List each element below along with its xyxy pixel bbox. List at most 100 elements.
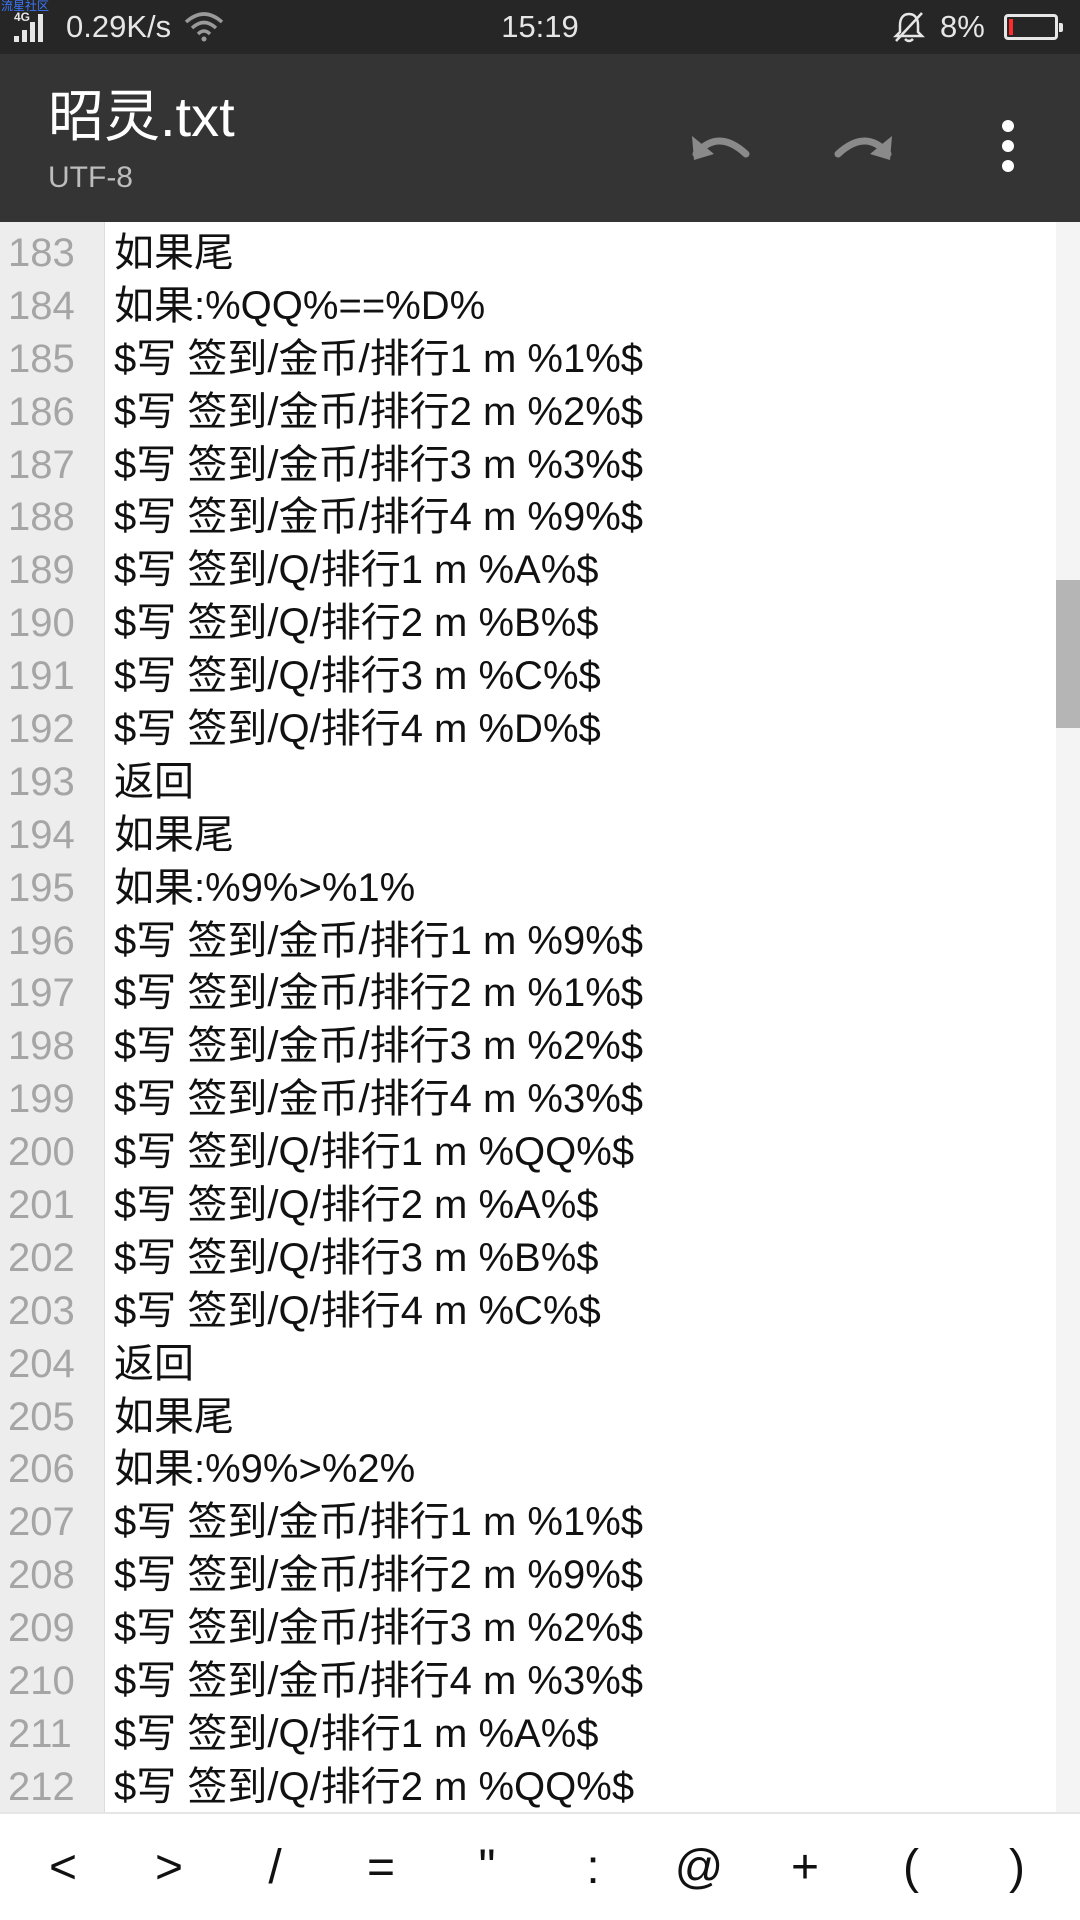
line-text[interactable]: $写 签到/Q/排行2 m %B%$ (114, 597, 599, 649)
symbol-key[interactable]: = (333, 1819, 429, 1915)
line-text[interactable]: 如果尾 (114, 227, 234, 279)
symbol-input-bar: < > / = ": @ +() (0, 1812, 1080, 1920)
line-text[interactable]: $写 签到/金币/排行4 m %9%$ (114, 491, 643, 543)
symbol-key[interactable]: > (121, 1819, 217, 1915)
line-number: 209 (8, 1606, 75, 1651)
editor-line[interactable]: 196 $写 签到/金币/排行1 m %9%$ (0, 915, 1056, 968)
editor-line[interactable]: 209 $写 签到/金币/排行3 m %2%$ (0, 1602, 1056, 1655)
line-text[interactable]: $写 签到/金币/排行2 m %9%$ (114, 1549, 643, 1601)
editor-line[interactable]: 183 如果尾 (0, 227, 1056, 280)
line-text[interactable]: $写 签到/金币/排行3 m %2%$ (114, 1020, 643, 1072)
editor-line[interactable]: 194 如果尾 (0, 809, 1056, 862)
editor-line[interactable]: 205 如果尾 (0, 1391, 1056, 1444)
editor-line[interactable]: 184 如果:%QQ%==%D% (0, 280, 1056, 333)
editor-line[interactable]: 186 $写 签到/金币/排行2 m %2%$ (0, 386, 1056, 439)
scrollbar-thumb[interactable] (1056, 580, 1080, 728)
status-bar: 流星社区 4G 0.29K/s 15:19 8% (0, 0, 1080, 54)
symbol-key[interactable]: / (227, 1819, 323, 1915)
line-text[interactable]: $写 签到/Q/排行1 m %QQ%$ (114, 1126, 634, 1178)
text-editor[interactable]: 183 如果尾 184 如果:%QQ%==%D% 185 $写 签到/金币/排行1 m %… (0, 222, 1080, 1812)
line-number: 208 (8, 1553, 75, 1598)
line-text[interactable]: $写 签到/金币/排行1 m %1%$ (114, 333, 643, 385)
file-title: 昭灵.txt (48, 85, 235, 148)
line-text[interactable]: $写 签到/金币/排行2 m %1%$ (114, 967, 643, 1019)
editor-line[interactable]: 188 $写 签到/金币/排行4 m %9%$ (0, 491, 1056, 544)
editor-line[interactable]: 193 返回 (0, 756, 1056, 809)
line-text[interactable]: $写 签到/金币/排行4 m %3%$ (114, 1655, 643, 1707)
line-number: 204 (8, 1341, 75, 1386)
line-number: 201 (8, 1183, 75, 1228)
line-text[interactable]: 返回 (114, 1338, 194, 1390)
editor-line[interactable]: 190 $写 签到/Q/排行2 m %B%$ (0, 597, 1056, 650)
line-number: 185 (8, 336, 75, 381)
symbol-key[interactable]: ( (863, 1819, 959, 1915)
line-number: 189 (8, 548, 75, 593)
editor-line[interactable]: 201 $写 签到/Q/排行2 m %A%$ (0, 1179, 1056, 1232)
line-text[interactable]: $写 签到/Q/排行1 m %A%$ (114, 544, 599, 596)
symbol-key[interactable]: ) (969, 1819, 1065, 1915)
editor-line[interactable]: 197 $写 签到/金币/排行2 m %1%$ (0, 967, 1056, 1020)
line-number: 203 (8, 1288, 75, 1333)
editor-lines[interactable]: 183 如果尾 184 如果:%QQ%==%D% 185 $写 签到/金币/排行1 m %… (0, 227, 1056, 1812)
line-text[interactable]: $写 签到/Q/排行4 m %C%$ (114, 1285, 601, 1337)
editor-line[interactable]: 206 如果:%9%>%2% (0, 1443, 1056, 1496)
line-text[interactable]: 如果:%9%>%1% (114, 862, 415, 914)
line-text[interactable]: $写 签到/Q/排行3 m %B%$ (114, 1232, 599, 1284)
scrollbar-track[interactable] (1056, 222, 1080, 1812)
editor-line[interactable]: 203 $写 签到/Q/排行4 m %C%$ (0, 1285, 1056, 1338)
line-number: 194 (8, 812, 75, 857)
line-number: 207 (8, 1500, 75, 1545)
line-text[interactable]: $写 签到/Q/排行3 m %C%$ (114, 650, 601, 702)
battery-percent: 8% (940, 9, 985, 44)
editor-line[interactable]: 185 $写 签到/金币/排行1 m %1%$ (0, 333, 1056, 386)
symbol-key[interactable]: " (439, 1819, 535, 1915)
editor-line[interactable]: 211 $写 签到/Q/排行1 m %A%$ (0, 1708, 1056, 1761)
line-number: 212 (8, 1764, 75, 1809)
redo-button[interactable] (816, 98, 912, 194)
line-text[interactable]: $写 签到/金币/排行3 m %2%$ (114, 1602, 643, 1654)
line-text[interactable]: 如果:%9%>%2% (114, 1443, 415, 1495)
line-text[interactable]: $写 签到/Q/排行2 m %QQ%$ (114, 1761, 634, 1812)
line-text[interactable]: 如果尾 (114, 809, 234, 861)
editor-line[interactable]: 195 如果:%9%>%1% (0, 862, 1056, 915)
editor-line[interactable]: 192 $写 签到/Q/排行4 m %D%$ (0, 703, 1056, 756)
editor-line[interactable]: 208 $写 签到/金币/排行2 m %9%$ (0, 1549, 1056, 1602)
line-text[interactable]: 如果尾 (114, 1391, 234, 1443)
symbol-key[interactable]: @ (651, 1819, 747, 1915)
line-text[interactable]: $写 签到/Q/排行1 m %A%$ (114, 1708, 599, 1760)
editor-line[interactable]: 187 $写 签到/金币/排行3 m %3%$ (0, 439, 1056, 492)
symbol-key[interactable]: < (15, 1819, 111, 1915)
symbol-key[interactable]: : (545, 1819, 641, 1915)
more-options-button[interactable] (960, 98, 1056, 194)
line-text[interactable]: $写 签到/金币/排行4 m %3%$ (114, 1073, 643, 1125)
editor-line[interactable]: 212 $写 签到/Q/排行2 m %QQ%$ (0, 1761, 1056, 1812)
line-number: 211 (8, 1711, 72, 1756)
editor-line[interactable]: 204 返回 (0, 1338, 1056, 1391)
line-text[interactable]: 如果:%QQ%==%D% (114, 280, 485, 332)
editor-line[interactable]: 200 $写 签到/Q/排行1 m %QQ%$ (0, 1126, 1056, 1179)
line-text[interactable]: $写 签到/金币/排行1 m %1%$ (114, 1496, 643, 1548)
line-number: 190 (8, 601, 75, 646)
line-text[interactable]: $写 签到/Q/排行2 m %A%$ (114, 1179, 599, 1231)
undo-button[interactable] (672, 98, 768, 194)
line-text[interactable]: 返回 (114, 756, 194, 808)
editor-line[interactable]: 198 $写 签到/金币/排行3 m %2%$ (0, 1020, 1056, 1073)
redo-icon (834, 136, 892, 160)
editor-line[interactable]: 210 $写 签到/金币/排行4 m %3%$ (0, 1655, 1056, 1708)
line-number: 195 (8, 865, 75, 910)
file-encoding[interactable]: UTF-8 (48, 160, 133, 196)
line-number: 187 (8, 442, 75, 487)
line-text[interactable]: $写 签到/金币/排行3 m %3%$ (114, 439, 643, 491)
symbol-key[interactable]: + (757, 1819, 853, 1915)
line-text[interactable]: $写 签到/Q/排行4 m %D%$ (114, 703, 601, 755)
editor-line[interactable]: 202 $写 签到/Q/排行3 m %B%$ (0, 1232, 1056, 1285)
line-text[interactable]: $写 签到/金币/排行2 m %2%$ (114, 386, 643, 438)
text-editor-screen: 流星社区 4G 0.29K/s 15:19 8% 昭灵.txt UTF-8 18… (0, 0, 1080, 1920)
line-number: 205 (8, 1394, 75, 1439)
line-number: 183 (8, 231, 75, 275)
editor-line[interactable]: 189 $写 签到/Q/排行1 m %A%$ (0, 544, 1056, 597)
editor-line[interactable]: 191 $写 签到/Q/排行3 m %C%$ (0, 650, 1056, 703)
editor-line[interactable]: 207 $写 签到/金币/排行1 m %1%$ (0, 1496, 1056, 1549)
line-text[interactable]: $写 签到/金币/排行1 m %9%$ (114, 915, 643, 967)
editor-line[interactable]: 199 $写 签到/金币/排行4 m %3%$ (0, 1073, 1056, 1126)
